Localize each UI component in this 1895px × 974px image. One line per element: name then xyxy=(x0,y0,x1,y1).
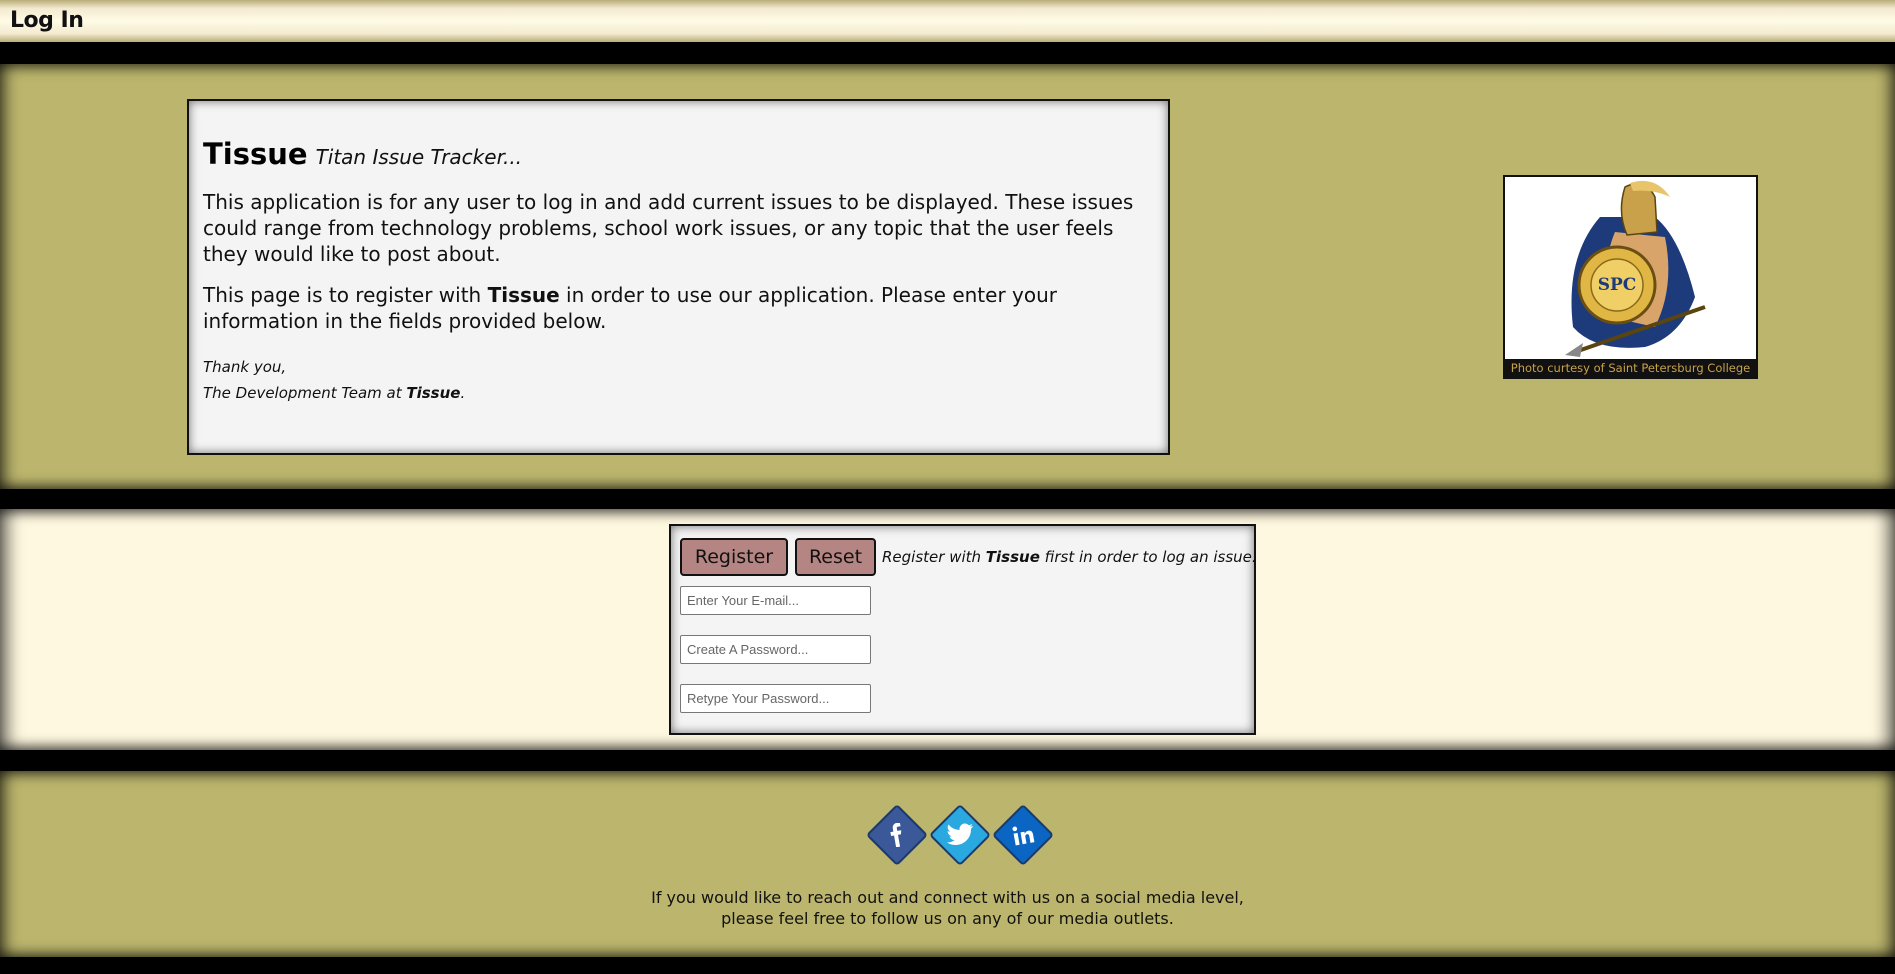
signature-team-brand: Tissue xyxy=(406,384,461,402)
intro-panel: Tissue Titan Issue Tracker... This applic… xyxy=(187,99,1170,455)
linkedin-link[interactable] xyxy=(991,803,1055,867)
mascot-badge-text: SPC xyxy=(1597,275,1637,295)
facebook-icon xyxy=(866,804,928,866)
page-title: Log In xyxy=(10,8,84,33)
signature-team-text: The Development Team at xyxy=(203,384,407,402)
register-note-brand: Tissue xyxy=(985,548,1040,566)
signature: Thank you, The Development Team at Tissu… xyxy=(203,354,1154,406)
brand-name: Tissue xyxy=(203,137,308,171)
register-button[interactable]: Register xyxy=(680,538,788,576)
linkedin-icon xyxy=(992,804,1054,866)
footer-line-2: please feel free to follow us on any of … xyxy=(721,909,1174,928)
register-note: Register with Tissue first in order to l… xyxy=(882,548,1257,566)
twitter-icon xyxy=(929,804,991,866)
header-bar: Log In xyxy=(0,0,1895,42)
brand-tagline: Titan Issue Tracker... xyxy=(315,145,523,169)
footer-line-1: If you would like to reach out and conne… xyxy=(651,888,1244,907)
password-field[interactable] xyxy=(680,635,871,664)
register-form: Register Reset Register with Tissue firs… xyxy=(669,524,1257,735)
twitter-link[interactable] xyxy=(928,803,992,867)
signature-thanks: Thank you, xyxy=(203,358,287,376)
retype-password-field[interactable] xyxy=(680,684,871,713)
footer-message: If you would like to reach out and conne… xyxy=(0,887,1895,929)
intro-p2-text-a: This page is to register with xyxy=(203,283,488,307)
mascot-caption: Photo curtesy of Saint Petersburg Colleg… xyxy=(1505,359,1756,377)
email-field[interactable] xyxy=(680,586,871,615)
signature-team-end: . xyxy=(460,384,466,402)
intro-paragraph-2: This page is to register with Tissue in … xyxy=(203,282,1154,334)
signature-team: The Development Team at Tissue. xyxy=(203,380,1154,406)
reset-button[interactable]: Reset xyxy=(795,538,876,576)
register-note-text-a: Register with xyxy=(882,548,986,566)
mascot-image: SPC Photo curtesy of Saint Petersburg Co… xyxy=(1503,175,1758,379)
spartan-mascot-icon xyxy=(1565,180,1706,357)
intro-paragraph-1: This application is for any user to log … xyxy=(203,190,1134,266)
facebook-link[interactable] xyxy=(865,803,929,867)
intro-heading: Tissue Titan Issue Tracker... xyxy=(203,137,1154,171)
register-note-text-b: first in order to log an issue. xyxy=(1039,548,1257,566)
intro-p2-brand: Tissue xyxy=(487,283,560,307)
